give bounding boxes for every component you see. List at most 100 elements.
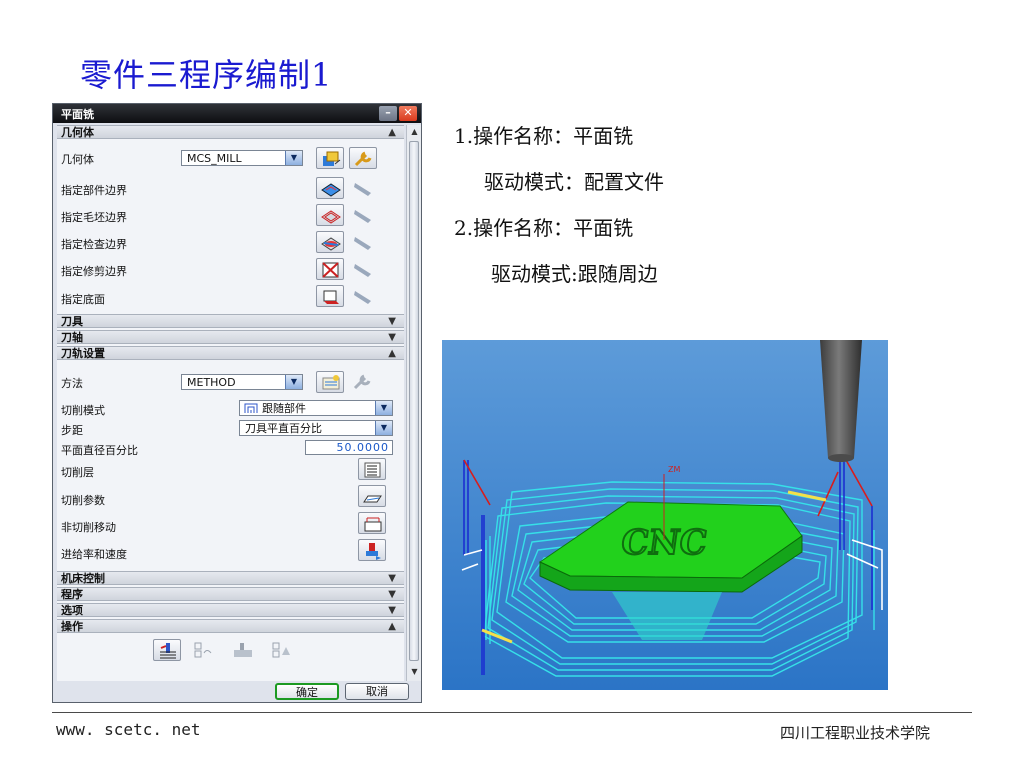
dialog-footer: 确定 取消 [53, 682, 421, 702]
stepover-select[interactable]: 刀具平直百分比 ▼ [239, 420, 393, 436]
geometry-select[interactable]: MCS_MILL ▼ [181, 150, 303, 166]
chevron-down-icon: ▼ [285, 151, 302, 165]
drive-mode-2: 驱动模式:跟随周边 [491, 262, 658, 286]
part-boundary-icon [321, 183, 341, 197]
section-actions-label: 操作 [61, 620, 83, 633]
section-machine-control[interactable]: 机床控制 ▼ [57, 571, 404, 585]
part-boundary-label: 指定部件边界 [61, 184, 127, 197]
section-program[interactable]: 程序 ▼ [57, 587, 404, 601]
cut-params-button[interactable] [358, 485, 386, 507]
toolpath-render-image: CNC ZM [442, 340, 888, 690]
new-geometry-button[interactable] [316, 147, 344, 169]
operation-name-2: 2.操作名称：平面铣 [454, 216, 634, 240]
chevron-down-icon: ▼ [285, 375, 302, 389]
check-boundary-label: 指定检查边界 [61, 238, 127, 251]
footer-url[interactable]: www. scetc. net [56, 720, 201, 739]
trim-boundary-button[interactable] [316, 258, 344, 280]
section-tool-axis-label: 刀轴 [61, 331, 83, 344]
flashlight-icon [354, 237, 371, 250]
method-select-value: METHOD [187, 376, 236, 389]
trim-boundary-icon [322, 262, 339, 278]
chevron-up-icon: ▲ [388, 348, 396, 359]
list-button[interactable] [267, 639, 295, 661]
method-label: 方法 [61, 377, 83, 390]
edit-geometry-button[interactable] [349, 147, 377, 169]
generate-icon [160, 643, 176, 659]
flashlight-icon [354, 183, 371, 196]
cut-levels-icon [364, 462, 381, 478]
scroll-down-icon[interactable]: ▼ [407, 665, 422, 679]
footer-divider [52, 712, 972, 713]
blank-boundary-icon [321, 210, 341, 224]
stepover-label: 步距 [61, 424, 83, 437]
axis-label: ZM [668, 465, 680, 474]
flashlight-icon [354, 264, 371, 277]
generate-button[interactable] [153, 639, 181, 661]
wrench-icon [354, 151, 372, 167]
flashlight-icon [354, 210, 371, 223]
section-program-label: 程序 [61, 588, 83, 601]
section-geometry-label: 几何体 [61, 126, 94, 139]
new-method-button[interactable] [316, 371, 344, 393]
chevron-down-icon: ▼ [375, 401, 392, 415]
chevron-up-icon: ▲ [388, 621, 396, 632]
chevron-down-icon: ▼ [388, 589, 396, 600]
floor-icon [323, 290, 339, 304]
toolpath-render: CNC ZM [442, 340, 888, 690]
cut-pattern-select[interactable]: 跟随部件 ▼ [239, 400, 393, 416]
section-machine-control-label: 机床控制 [61, 572, 105, 585]
display-trim-boundary-button[interactable] [349, 258, 377, 280]
dialog-titlebar: 平面铣 – ✕ [53, 104, 421, 123]
feeds-speeds-label: 进给率和速度 [61, 548, 127, 561]
blank-boundary-button[interactable] [316, 204, 344, 226]
cut-levels-label: 切削层 [61, 466, 94, 479]
part-boundary-button[interactable] [316, 177, 344, 199]
cancel-button[interactable]: 取消 [345, 683, 409, 700]
close-icon[interactable]: ✕ [399, 106, 417, 121]
list-icon [272, 642, 290, 658]
cut-params-icon [363, 495, 382, 503]
blank-boundary-label: 指定毛坯边界 [61, 211, 127, 224]
stepover-value: 刀具平直百分比 [245, 422, 322, 435]
non-cutting-icon [364, 517, 382, 532]
section-tool-label: 刀具 [61, 315, 83, 328]
floor-label: 指定底面 [61, 293, 105, 306]
minimize-icon[interactable]: – [379, 106, 397, 121]
cut-levels-button[interactable] [358, 458, 386, 480]
verify-icon [234, 643, 252, 657]
section-actions[interactable]: 操作 ▲ [57, 619, 404, 633]
planar-mill-dialog: 平面铣 – ✕ 几何体 ▲ 几何体 MCS_MILL ▼ 指定部件边界 指定毛坯… [52, 103, 422, 703]
ok-button[interactable]: 确定 [275, 683, 339, 700]
dialog-scrollbar[interactable]: ▲ ▼ [406, 125, 421, 681]
display-floor-button[interactable] [349, 285, 377, 307]
scroll-up-icon[interactable]: ▲ [407, 125, 422, 139]
new-method-icon [322, 375, 340, 390]
verify-button[interactable] [229, 639, 257, 661]
section-tool-axis[interactable]: 刀轴 ▼ [57, 330, 404, 344]
section-geometry[interactable]: 几何体 ▲ [57, 125, 404, 139]
cut-pattern-value: 跟随部件 [262, 402, 306, 415]
edit-method-button[interactable] [349, 371, 377, 393]
feeds-speeds-button[interactable] [358, 539, 386, 561]
footer-school: 四川工程职业技术学院 [780, 724, 931, 742]
chevron-down-icon: ▼ [388, 605, 396, 616]
display-blank-boundary-button[interactable] [349, 204, 377, 226]
geometry-label: 几何体 [61, 153, 94, 166]
method-select[interactable]: METHOD ▼ [181, 374, 303, 390]
slide-title: 零件三程序编制1 [80, 56, 333, 94]
wrench-icon [353, 374, 371, 390]
scroll-thumb[interactable] [409, 141, 419, 661]
replay-button[interactable] [189, 639, 217, 661]
section-path-settings-label: 刀轨设置 [61, 347, 105, 360]
percent-input[interactable]: 50.0000 [305, 440, 393, 455]
section-options[interactable]: 选项 ▼ [57, 603, 404, 617]
non-cutting-button[interactable] [358, 512, 386, 534]
section-tool[interactable]: 刀具 ▼ [57, 314, 404, 328]
display-part-boundary-button[interactable] [349, 177, 377, 199]
section-options-label: 选项 [61, 604, 83, 617]
check-boundary-button[interactable] [316, 231, 344, 253]
display-check-boundary-button[interactable] [349, 231, 377, 253]
non-cutting-label: 非切削移动 [61, 521, 116, 534]
section-path-settings[interactable]: 刀轨设置 ▲ [57, 346, 404, 360]
floor-button[interactable] [316, 285, 344, 307]
